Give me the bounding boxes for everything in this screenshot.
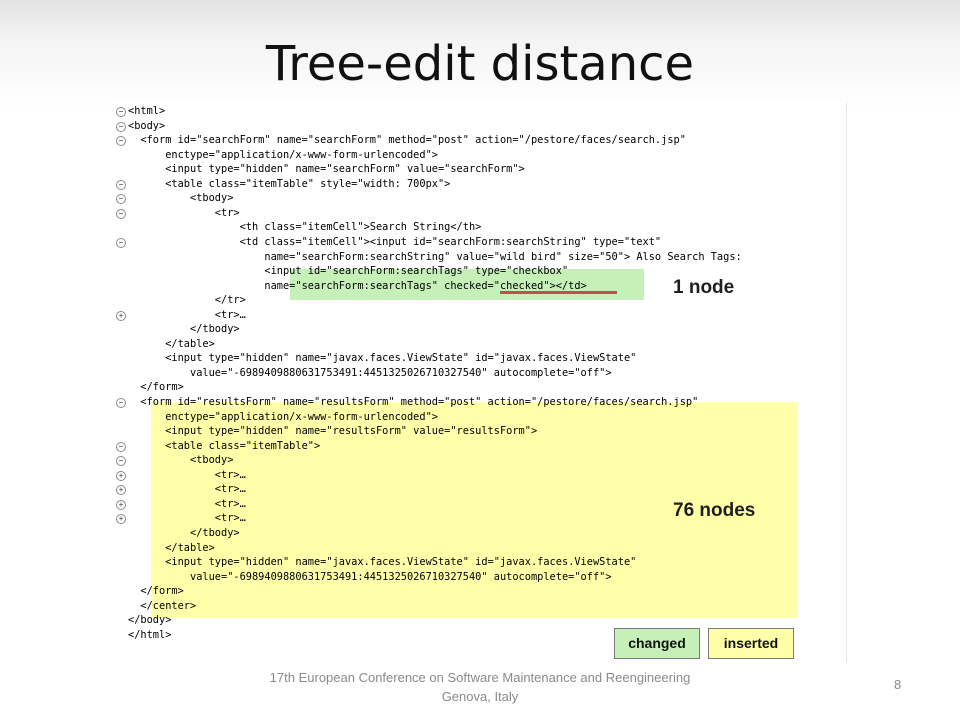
- code-line: <tr>…: [128, 469, 246, 481]
- collapse-icon[interactable]: −: [116, 122, 126, 132]
- code-line: </html>: [128, 629, 172, 641]
- expand-icon[interactable]: +: [116, 514, 126, 524]
- code-line: name="searchForm:searchString" value="wi…: [128, 251, 742, 263]
- code-line: <input type="hidden" name="resultsForm" …: [128, 425, 538, 437]
- deletion-strike-line: [500, 291, 617, 294]
- code-line: <tr>…: [128, 483, 246, 495]
- legend-changed: changed: [614, 628, 700, 659]
- footer: 17th European Conference on Software Mai…: [230, 668, 730, 706]
- collapse-icon[interactable]: −: [116, 398, 126, 408]
- footer-conference: 17th European Conference on Software Mai…: [269, 670, 691, 685]
- code-line: <html>: [128, 105, 166, 117]
- expand-icon[interactable]: +: [116, 485, 126, 495]
- changed-count-label: 1 node: [673, 277, 735, 298]
- expand-icon[interactable]: +: [116, 311, 126, 321]
- code-line: </body>: [128, 614, 172, 626]
- code-line: </form>: [128, 381, 184, 393]
- code-line: <tr>…: [128, 498, 246, 510]
- code-line: <tr>…: [128, 512, 246, 524]
- code-line: <tbody>: [128, 454, 234, 466]
- code-line: </tr>: [128, 294, 246, 306]
- slide-title: Tree-edit distance: [265, 36, 695, 92]
- code-line: <table class="itemTable">: [128, 440, 321, 452]
- collapse-icon[interactable]: −: [116, 107, 126, 117]
- collapse-icon[interactable]: −: [116, 194, 126, 204]
- code-line: </form>: [128, 585, 184, 597]
- code-line: <input id="searchForm:searchTags" type="…: [128, 265, 569, 277]
- code-line: <body>: [128, 120, 166, 132]
- collapse-icon[interactable]: −: [116, 456, 126, 466]
- collapse-icon[interactable]: −: [116, 442, 126, 452]
- code-line: <form id="searchForm" name="searchForm" …: [128, 134, 686, 146]
- code-line: value="-6989409880631753491:445132502671…: [128, 367, 612, 379]
- code-line: </table>: [128, 542, 215, 554]
- code-line: <input type="hidden" name="searchForm" v…: [128, 163, 525, 175]
- legend-inserted: inserted: [708, 628, 794, 659]
- code-line: </tbody>: [128, 323, 240, 335]
- code-line: enctype="application/x-www-form-urlencod…: [128, 149, 438, 161]
- code-line: </table>: [128, 338, 215, 350]
- code-line: </center>: [128, 600, 197, 612]
- code-line: <input type="hidden" name="javax.faces.V…: [128, 352, 637, 364]
- collapse-icon[interactable]: −: [116, 180, 126, 190]
- code-line: <input type="hidden" name="javax.faces.V…: [128, 556, 637, 568]
- code-line: enctype="application/x-www-form-urlencod…: [128, 411, 438, 423]
- code-line: <tr>…: [128, 309, 246, 321]
- code-line: <tbody>: [128, 192, 234, 204]
- collapse-icon[interactable]: −: [116, 238, 126, 248]
- footer-location: Genova, Italy: [441, 689, 519, 704]
- expand-icon[interactable]: +: [116, 471, 126, 481]
- code-line: </tbody>: [128, 527, 240, 539]
- code-line: <td class="itemCell"><input id="searchFo…: [128, 236, 662, 248]
- slide-number: 8: [894, 677, 902, 692]
- code-line: <form id="resultsForm" name="resultsForm…: [128, 396, 699, 408]
- inserted-count-label: 76 nodes: [673, 500, 756, 521]
- expand-icon[interactable]: +: [116, 500, 126, 510]
- collapse-icon[interactable]: −: [116, 136, 126, 146]
- collapse-icon[interactable]: −: [116, 209, 126, 219]
- code-line: value="-6989409880631753491:445132502671…: [128, 571, 612, 583]
- code-line: <th class="itemCell">Search String</th>: [128, 221, 482, 233]
- code-line: <tr>: [128, 207, 240, 219]
- code-line: <table class="itemTable" style="width: 7…: [128, 178, 451, 190]
